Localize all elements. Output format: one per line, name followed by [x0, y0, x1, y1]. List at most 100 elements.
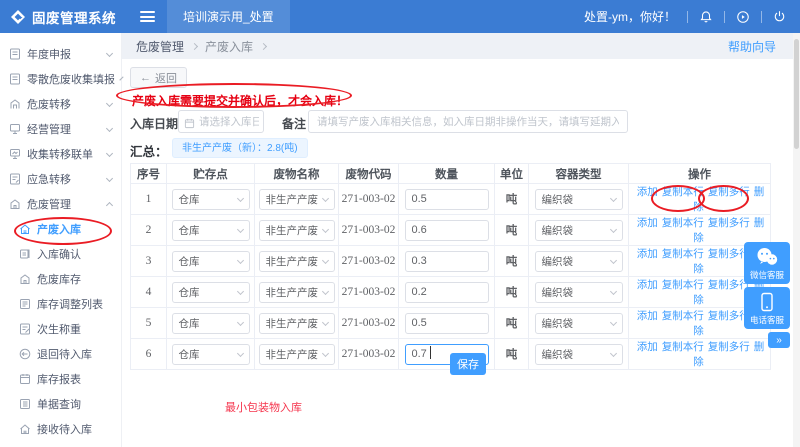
storage-select[interactable]: 仓库: [171, 219, 250, 241]
copy-row-link[interactable]: 复制本行: [662, 186, 704, 198]
add-link[interactable]: 添加: [637, 279, 658, 291]
storage-select[interactable]: 仓库: [171, 250, 250, 272]
breadcrumb-waste-inbound[interactable]: 产废入库: [205, 38, 253, 55]
back-button[interactable]: ← 返回: [130, 67, 187, 88]
add-link[interactable]: 添加: [637, 341, 658, 353]
add-link[interactable]: 添加: [637, 310, 658, 322]
sidebar-item-secondary-weighing[interactable]: 次生称重: [0, 316, 121, 341]
sidebar-item-scattered-collection[interactable]: 零散危废收集填报: [0, 66, 124, 91]
copy-row-link[interactable]: 复制本行: [662, 248, 704, 260]
sidebar-item-receive-pending-inbound[interactable]: 接收待入库: [0, 416, 121, 441]
phone-service-button[interactable]: 电话客服: [744, 287, 790, 329]
scrollbar-thumb[interactable]: [794, 39, 799, 149]
waste-code: 271-003-02: [338, 307, 399, 339]
quantity-input[interactable]: [404, 312, 489, 334]
copy-row-link[interactable]: 复制本行: [662, 279, 704, 291]
add-link[interactable]: 添加: [637, 186, 658, 198]
table-row: 5 仓库 非生产产废 271-003-02 吨 编织袋 添加复制本行复制多行删除: [130, 307, 771, 339]
sidebar-item-collection-manifest[interactable]: 收集转移联单: [0, 141, 121, 166]
table-row: 2 仓库 非生产产废 271-003-02 吨 编织袋 添加复制本行复制多行删除: [130, 214, 771, 246]
sidebar-item-waste-transfer[interactable]: 危废转移: [0, 91, 121, 116]
sidebar-item-business-mgmt[interactable]: 经营管理: [0, 116, 121, 141]
breadcrumb-waste-mgmt[interactable]: 危废管理: [136, 38, 184, 55]
save-button[interactable]: 保存: [450, 353, 486, 375]
waste-code: 271-003-02: [338, 183, 399, 215]
waste-name-select[interactable]: 非生产产废: [258, 188, 335, 210]
customer-service-stack: 微信客服 电话客服 »: [744, 242, 790, 348]
storage-select[interactable]: 仓库: [171, 281, 250, 303]
inbound-date-input[interactable]: [178, 110, 264, 133]
sidebar-item-inbound-confirm[interactable]: 入库确认: [0, 241, 121, 266]
chevron-down-icon: [236, 256, 244, 264]
waste-name-select[interactable]: 非生产产废: [258, 312, 335, 334]
help-guide-link[interactable]: 帮助向导: [728, 38, 776, 55]
copy-row-link[interactable]: 复制本行: [662, 310, 704, 322]
notification-bell-icon[interactable]: [699, 10, 713, 24]
unit-label: 吨: [494, 214, 529, 246]
sidebar-item-inventory-adjust-list[interactable]: 库存调整列表: [0, 291, 121, 316]
waste-name-select[interactable]: 非生产产废: [258, 250, 335, 272]
quantity-input[interactable]: [404, 219, 489, 241]
scrollbar[interactable]: [793, 33, 800, 447]
container-type-select[interactable]: 编织袋: [534, 219, 623, 241]
min-package-note: 最小包装物入库: [225, 402, 302, 414]
quantity-input[interactable]: [404, 250, 489, 272]
phone-icon: [759, 292, 775, 312]
storage-select[interactable]: 仓库: [171, 188, 250, 210]
chevron-down-icon: [236, 318, 244, 326]
sidebar-item-document-query[interactable]: 单据查询: [0, 391, 121, 416]
storage-select[interactable]: 仓库: [171, 343, 250, 365]
back-arrow-icon: ←: [140, 71, 151, 84]
quantity-input[interactable]: [404, 188, 489, 210]
container-type-select[interactable]: 编织袋: [534, 343, 623, 365]
waste-code: 271-003-02: [338, 276, 399, 308]
add-link[interactable]: 添加: [637, 217, 658, 229]
sidebar-item-emergency-transfer[interactable]: 应急转移: [0, 166, 121, 191]
menu-toggle-icon[interactable]: [140, 11, 155, 22]
row-index: 4: [130, 276, 167, 308]
unit-label: 吨: [494, 276, 529, 308]
quantity-input[interactable]: [404, 281, 489, 303]
waste-name-select[interactable]: 非生产产废: [258, 219, 335, 241]
chevron-down-icon: [321, 194, 329, 202]
add-link[interactable]: 添加: [637, 248, 658, 260]
tab-training-demo[interactable]: 培训演示用_处置: [167, 0, 290, 33]
unit-label: 吨: [494, 245, 529, 277]
container-type-select[interactable]: 编织袋: [534, 188, 623, 210]
col-waste-code: 废物代码: [338, 163, 399, 184]
chevron-down-icon: [236, 194, 244, 202]
sidebar-item-waste-inventory[interactable]: 危废库存: [0, 266, 121, 291]
topbar: 固废管理系统 培训演示用_处置 处置-ym，你好！: [0, 0, 800, 33]
container-type-select[interactable]: 编织袋: [534, 312, 623, 334]
container-type-select[interactable]: 编织袋: [534, 250, 623, 272]
logout-power-icon[interactable]: [773, 10, 786, 23]
chevron-down-icon: [236, 225, 244, 233]
waste-code: 271-003-02: [338, 338, 399, 370]
copy-rows-link[interactable]: 复制多行: [708, 217, 750, 229]
sidebar: 年度申报 零散危废收集填报 危废转移 经营管理 收集转移联单 应急转移 危废管理…: [0, 33, 124, 447]
container-type-select[interactable]: 编织袋: [534, 281, 623, 303]
divider: [761, 10, 762, 23]
text-cursor: [430, 346, 431, 359]
sidebar-item-annual-report[interactable]: 年度申报: [0, 41, 121, 66]
waste-name-select[interactable]: 非生产产废: [258, 281, 335, 303]
col-unit: 单位: [494, 163, 529, 184]
collapse-chevrons-button[interactable]: »: [768, 332, 790, 348]
copy-row-link[interactable]: 复制本行: [662, 341, 704, 353]
chevron-down-icon: [321, 256, 329, 264]
sidebar-item-return-pending-inbound[interactable]: 退回待入库: [0, 341, 121, 366]
inbound-warning-text: 产废入库需要提交并确认后，才会入库！: [132, 94, 349, 108]
chevron-down-icon: [609, 194, 617, 202]
waste-name-select[interactable]: 非生产产废: [258, 343, 335, 365]
sidebar-item-waste-mgmt[interactable]: 危废管理: [0, 191, 121, 216]
unit-label: 吨: [494, 338, 529, 370]
chevron-down-icon: [609, 225, 617, 233]
copy-row-link[interactable]: 复制本行: [662, 217, 704, 229]
wechat-service-button[interactable]: 微信客服: [744, 242, 790, 284]
sidebar-item-waste-inbound[interactable]: 产废入库: [0, 216, 121, 241]
copy-rows-link[interactable]: 复制多行: [708, 186, 750, 198]
storage-select[interactable]: 仓库: [171, 312, 250, 334]
sidebar-item-inventory-report[interactable]: 库存报表: [0, 366, 121, 391]
video-guide-icon[interactable]: [736, 10, 750, 24]
remark-input[interactable]: [308, 110, 628, 133]
